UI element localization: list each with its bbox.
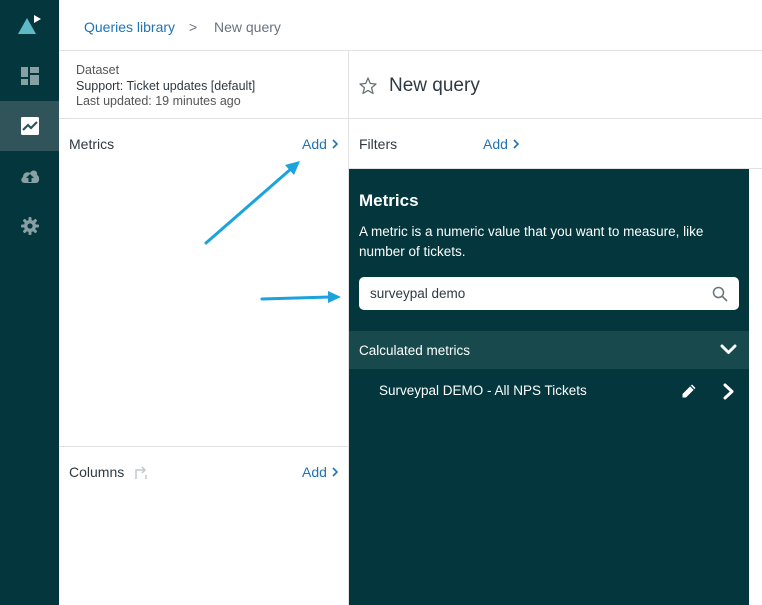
query-title-bar: New query [349, 51, 762, 119]
search-icon[interactable] [712, 286, 728, 302]
nav-logo[interactable] [0, 0, 59, 50]
dataset-info[interactable]: Dataset Support: Ticket updates [default… [76, 63, 255, 110]
dashboard-icon [20, 67, 39, 85]
filters-bar: Filters Add [349, 119, 762, 169]
metrics-picker: Metrics A metric is a numeric value that… [349, 169, 749, 605]
chevron-down-icon[interactable] [720, 344, 737, 355]
nav-reporting[interactable] [0, 101, 59, 151]
chevron-right-icon[interactable] [723, 383, 735, 400]
cloud-upload-icon [20, 170, 39, 183]
main-nav [0, 0, 59, 605]
dataset-name: Support: Ticket updates [default] [76, 78, 256, 93]
picker-description: A metric is a numeric value that you wan… [359, 224, 704, 259]
add-metric-label: Add [302, 136, 327, 152]
metrics-section-title: Metrics [69, 136, 115, 152]
swap-icon[interactable] [133, 466, 149, 480]
pencil-icon[interactable] [681, 383, 697, 399]
reporting-icon [20, 117, 39, 135]
chevron-right-icon [513, 139, 519, 149]
page-title[interactable]: New query [389, 75, 480, 97]
nav-settings[interactable] [0, 201, 59, 251]
divider [59, 118, 349, 119]
add-column-link[interactable]: Add [302, 464, 338, 480]
columns-section-title: Columns [69, 464, 149, 480]
add-filter-label: Add [483, 136, 508, 152]
add-metric-link[interactable]: Add [302, 136, 338, 152]
dataset-updated: Last updated: 19 minutes ago [76, 94, 241, 108]
dataset-label: Dataset [76, 63, 120, 77]
columns-label: Columns [69, 464, 125, 480]
divider [59, 446, 349, 447]
group-label: Calculated metrics [359, 343, 471, 358]
metric-search-box[interactable] [359, 277, 739, 310]
add-column-label: Add [302, 464, 327, 480]
nav-dashboard[interactable] [0, 51, 59, 101]
list-item[interactable]: Surveypal DEMO - All NPS Tickets [349, 372, 749, 410]
chevron-right-icon [332, 139, 338, 149]
filters-label: Filters [359, 136, 398, 152]
metric-search-input[interactable] [359, 277, 699, 310]
query-builder-panel: Dataset Support: Ticket updates [default… [59, 51, 349, 605]
logo-icon [17, 15, 41, 34]
add-filter-link[interactable]: Add [483, 136, 519, 152]
chevron-right-icon [332, 467, 338, 477]
picker-title: Metrics [359, 191, 419, 210]
nav-upload[interactable] [0, 151, 59, 201]
breadcrumb-queries-library-link[interactable]: Queries library [84, 19, 175, 35]
star-icon[interactable] [359, 77, 377, 95]
calculated-metrics-group[interactable]: Calculated metrics [349, 331, 749, 369]
breadcrumb-current: New query [214, 19, 281, 35]
breadcrumb: Queries library > New query [59, 0, 762, 51]
breadcrumb-separator: > [189, 19, 198, 35]
metric-item-label: Surveypal DEMO - All NPS Tickets [379, 383, 587, 398]
gear-icon [20, 217, 39, 235]
